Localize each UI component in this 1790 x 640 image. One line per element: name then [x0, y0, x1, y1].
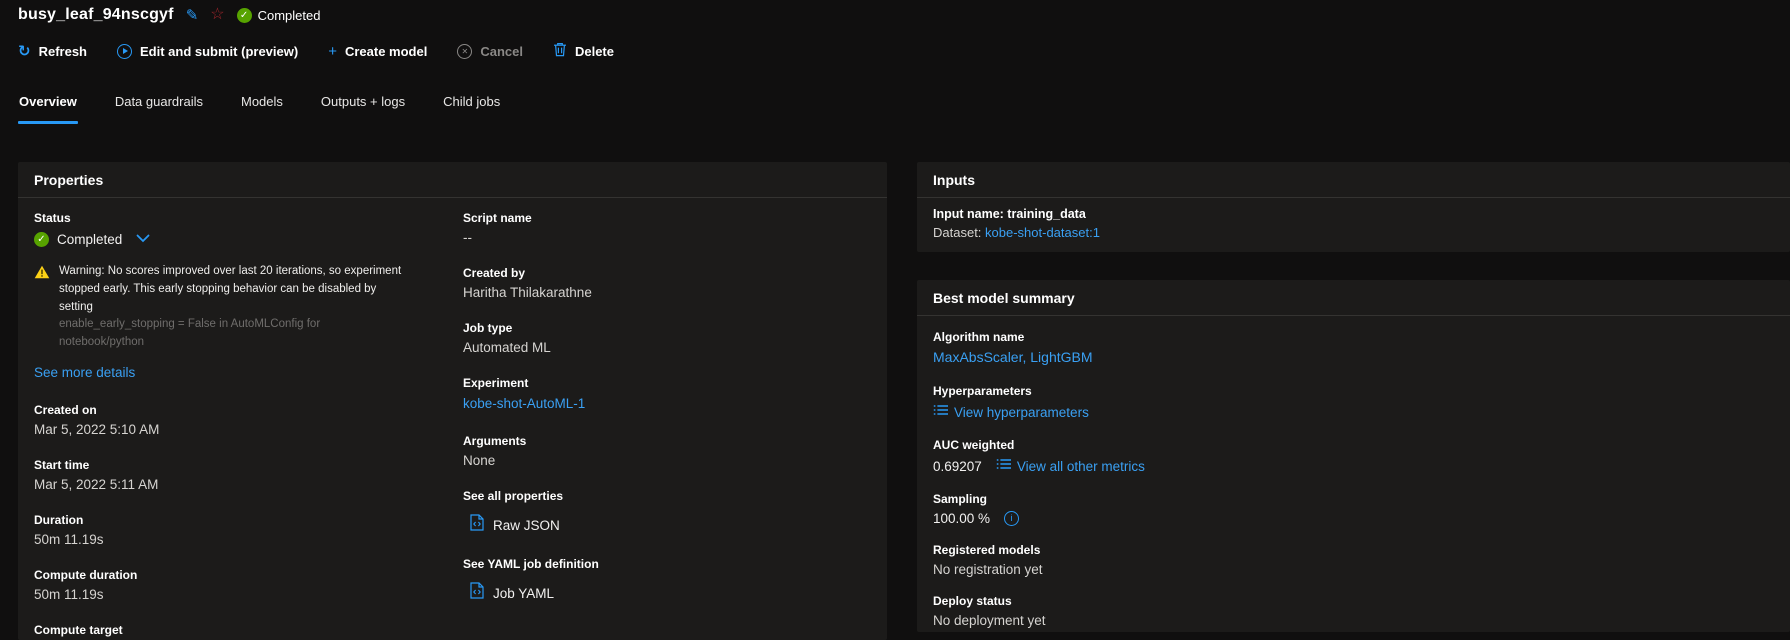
page-title: busy_leaf_94nscgyf [18, 6, 174, 23]
tab-outputs-logs[interactable]: Outputs + logs [320, 88, 406, 126]
job-type-field: Job type Automated ML [463, 321, 551, 355]
job-yaml-link[interactable]: Job YAML [470, 582, 793, 604]
tab-bar: Overview Data guardrails Models Outputs … [18, 88, 501, 126]
hyperparameters-field: Hyperparameters View hyperparameters [933, 384, 1774, 421]
job-overview-page: busy_leaf_94nscgyf ✎ ☆ ✓ Completed ↻ Ref… [0, 0, 1790, 640]
chevron-down-icon[interactable] [136, 230, 150, 248]
auc-value: 0.69207 [933, 458, 982, 474]
play-circle-icon [117, 43, 132, 59]
warning-line-1: Warning: No scores improved over last 20… [59, 265, 402, 277]
completed-check-icon: ✓ [236, 7, 252, 23]
compute-duration-field: Compute duration 50m 11.19s [34, 568, 138, 603]
properties-card-title: Properties [18, 162, 887, 198]
raw-json-link[interactable]: Raw JSON [470, 514, 793, 536]
inputs-card: Inputs Input name: training_data Dataset… [917, 162, 1790, 252]
warning-icon [34, 265, 50, 352]
input-name-line: Input name: training_data [933, 207, 1086, 221]
deploy-status-field: Deploy status No deployment yet [933, 594, 1046, 628]
edit-and-submit-button[interactable]: Edit and submit (preview) [117, 43, 298, 59]
best-model-summary-card: Best model summary Algorithm name MaxAbs… [917, 280, 1790, 632]
created-on-field: Created on Mar 5, 2022 5:10 AM [34, 403, 160, 438]
favorite-star-icon[interactable]: ☆ [210, 7, 224, 23]
view-hyperparameters-link[interactable]: View hyperparameters [933, 403, 1774, 421]
dataset-line: Dataset: kobe-shot-dataset:1 [933, 225, 1100, 240]
duration-field: Duration 50m 11.19s [34, 513, 104, 548]
see-more-details-link[interactable]: See more details [34, 365, 135, 380]
yaml-document-icon [470, 582, 484, 604]
registered-models-field: Registered models No registration yet [933, 543, 1043, 577]
early-stopping-warning: Warning: No scores improved over last 20… [34, 263, 402, 352]
sampling-field: Sampling 100.00 % i [933, 492, 1774, 526]
refresh-icon: ↻ [18, 42, 31, 60]
list-icon [933, 403, 948, 421]
best-model-card-title: Best model summary [917, 280, 1790, 316]
tab-data-guardrails[interactable]: Data guardrails [114, 88, 204, 126]
dataset-link[interactable]: kobe-shot-dataset:1 [985, 225, 1100, 240]
json-document-icon [470, 514, 484, 536]
sampling-value: 100.00 % [933, 511, 991, 526]
see-yaml-field: See YAML job definition Job YAML [463, 557, 793, 604]
delete-button[interactable]: Delete [553, 42, 614, 60]
trash-icon [553, 42, 567, 60]
compute-target-field: Compute target gpu-cluster [34, 623, 123, 638]
experiment-field: Experiment kobe-shot-AutoML-1 [463, 376, 586, 411]
auc-weighted-field: AUC weighted 0.69207 View all other metr… [933, 438, 1145, 475]
see-all-properties-field: See all properties Raw JSON [463, 489, 793, 536]
properties-card: Properties Status ✓ Completed Warning: N… [18, 162, 887, 640]
warning-line-3: enable_early_stopping = False in AutoMLC… [59, 318, 321, 349]
title-row: busy_leaf_94nscgyf ✎ ☆ ✓ Completed [18, 2, 320, 28]
algorithm-link[interactable]: MaxAbsScaler, LightGBM [933, 349, 1093, 365]
status-badge-label: Completed [257, 7, 321, 23]
tab-overview[interactable]: Overview [18, 88, 78, 126]
created-by-field: Created by Haritha Thilakarathne [463, 266, 592, 300]
info-icon[interactable]: i [1004, 511, 1020, 526]
script-name-field: Script name -- [463, 211, 532, 245]
status-field: Status ✓ Completed [34, 211, 426, 248]
tab-child-jobs[interactable]: Child jobs [442, 88, 501, 126]
warning-line-2: stopped early. This early stopping behav… [59, 282, 377, 313]
status-check-icon: ✓ [34, 231, 49, 247]
create-model-button[interactable]: + Create model [328, 44, 427, 59]
cancel-button[interactable]: ✕ Cancel [457, 43, 523, 59]
start-time-field: Start time Mar 5, 2022 5:11 AM [34, 458, 159, 493]
tab-models[interactable]: Models [240, 88, 284, 126]
arguments-field: Arguments None [463, 434, 527, 468]
algorithm-name-field: Algorithm name MaxAbsScaler, LightGBM [933, 330, 1093, 365]
edit-name-icon[interactable]: ✎ [186, 8, 199, 23]
view-all-other-metrics-link[interactable]: View all other metrics [996, 457, 1145, 475]
experiment-link[interactable]: kobe-shot-AutoML-1 [463, 396, 585, 411]
inputs-card-title: Inputs [917, 162, 1790, 198]
command-bar: ↻ Refresh Edit and submit (preview) + Cr… [18, 38, 614, 64]
status-badge: ✓ Completed [236, 7, 321, 23]
list-icon [996, 457, 1011, 475]
plus-icon: + [328, 42, 337, 60]
refresh-button[interactable]: ↻ Refresh [18, 44, 87, 59]
cancel-circle-icon: ✕ [457, 43, 473, 59]
